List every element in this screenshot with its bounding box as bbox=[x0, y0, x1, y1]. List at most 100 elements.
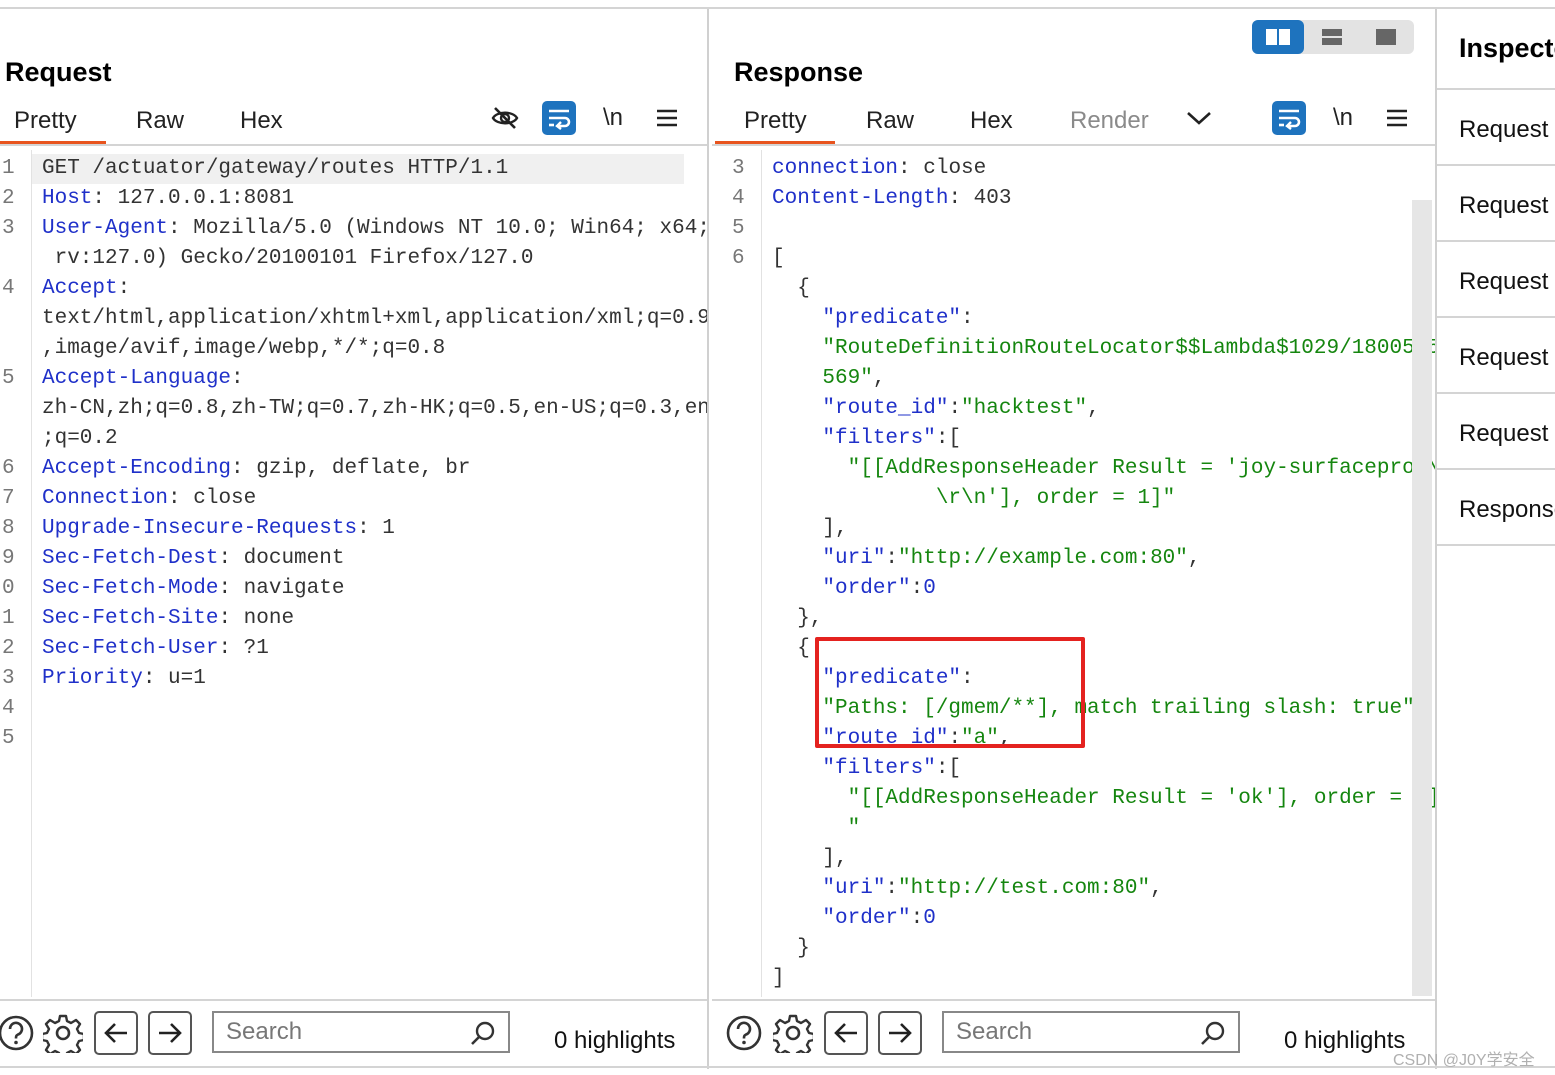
code-line[interactable]: 569", bbox=[772, 364, 885, 394]
line-number: 0 bbox=[2, 577, 15, 600]
wrap-lines-icon[interactable] bbox=[1272, 101, 1306, 135]
help-icon[interactable] bbox=[722, 1011, 766, 1055]
code-token: connection bbox=[772, 157, 899, 180]
forward-arrow-icon[interactable] bbox=[878, 1011, 922, 1055]
code-line[interactable]: Accept: bbox=[42, 274, 130, 304]
back-arrow-icon[interactable] bbox=[824, 1011, 868, 1055]
code-line[interactable]: Connection: close bbox=[42, 484, 256, 514]
back-arrow-icon[interactable] bbox=[94, 1011, 138, 1055]
code-line[interactable]: User-Agent: Mozilla/5.0 (Windows NT 10.0… bbox=[42, 214, 707, 244]
code-token: Content-Length bbox=[772, 187, 949, 210]
code-line[interactable]: "filters":[ bbox=[772, 424, 961, 454]
code-line[interactable]: Accept-Language: bbox=[42, 364, 244, 394]
tab-hex[interactable]: Hex bbox=[970, 107, 1013, 135]
tab-pretty[interactable]: Pretty bbox=[14, 107, 77, 135]
code-line[interactable]: Content-Length: 403 bbox=[772, 184, 1011, 214]
inspector-panel: Inspector Request attributes Request que… bbox=[1437, 9, 1555, 1066]
request-editor[interactable]: 1 GET /actuator/gateway/routes HTTP/1.1 2 H… bbox=[0, 150, 707, 997]
code-line[interactable]: ], bbox=[772, 844, 847, 874]
code-line[interactable]: "order":0 bbox=[772, 904, 935, 934]
code-line[interactable]: Sec-Fetch-Dest: document bbox=[42, 544, 344, 574]
code-line[interactable]: ;q=0.2 bbox=[42, 424, 118, 454]
search-box[interactable] bbox=[942, 1011, 1240, 1053]
code-line[interactable]: GET /actuator/gateway/routes HTTP/1.1 bbox=[42, 154, 508, 184]
tab-raw[interactable]: Raw bbox=[866, 107, 914, 135]
tab-hex[interactable]: Hex bbox=[240, 107, 283, 135]
tab-pretty[interactable]: Pretty bbox=[744, 107, 807, 135]
code-line[interactable]: "order":0 bbox=[772, 574, 936, 604]
code-line[interactable]: connection: close bbox=[772, 154, 986, 184]
tab-raw[interactable]: Raw bbox=[136, 107, 184, 135]
inspector-item-request-headers[interactable]: Request headers bbox=[1437, 392, 1555, 468]
menu-icon[interactable] bbox=[650, 101, 684, 135]
code-token: "uri" bbox=[772, 877, 886, 900]
inspector-item-request-attributes[interactable]: Request attributes bbox=[1437, 88, 1555, 164]
panel-divider[interactable] bbox=[707, 9, 709, 1069]
code-line[interactable]: "uri":"http://test.com:80", bbox=[772, 874, 1163, 904]
eye-off-icon[interactable] bbox=[488, 101, 522, 135]
code-token: "[[AddResponseHeader Result = 'ok'], ord… bbox=[772, 787, 1435, 810]
code-token: , bbox=[872, 367, 886, 390]
code-token: :[ bbox=[935, 427, 962, 450]
code-token: "http://test.com:80" bbox=[898, 877, 1151, 900]
code-line[interactable]: "filters":[ bbox=[772, 754, 961, 784]
vertical-scrollbar[interactable] bbox=[1412, 200, 1432, 996]
tab-render[interactable]: Render bbox=[1070, 107, 1149, 135]
inspector-item-request-query-parameters[interactable]: Request query parameters bbox=[1437, 164, 1555, 240]
code-line[interactable]: Accept-Encoding: gzip, deflate, br bbox=[42, 454, 470, 484]
code-line[interactable]: Sec-Fetch-Site: none bbox=[42, 604, 294, 634]
search-icon[interactable] bbox=[1200, 1020, 1226, 1046]
code-line[interactable]: { bbox=[772, 634, 810, 664]
code-line[interactable]: "[[AddResponseHeader Result = 'joy-surfa… bbox=[772, 454, 1435, 484]
code-line[interactable]: { bbox=[772, 274, 810, 304]
code-token: , bbox=[1150, 877, 1163, 900]
code-line[interactable]: "uri":"http://example.com:80", bbox=[772, 544, 1200, 574]
code-line[interactable]: [ bbox=[772, 244, 785, 274]
code-token: : bbox=[948, 397, 962, 420]
code-line[interactable]: Sec-Fetch-User: ?1 bbox=[42, 634, 269, 664]
code-line[interactable]: }, bbox=[772, 604, 822, 634]
code-token: GET /actuator/gateway/routes HTTP/1.1 bbox=[42, 157, 509, 180]
code-line[interactable]: "route_id":"hacktest", bbox=[772, 394, 1099, 424]
highlights-count: 0 highlights bbox=[1284, 1027, 1406, 1054]
help-icon[interactable] bbox=[0, 1011, 38, 1055]
inspector-item-response-headers[interactable]: Response headers bbox=[1437, 468, 1555, 544]
code-line[interactable]: ] bbox=[772, 964, 785, 994]
wrap-lines-icon[interactable] bbox=[542, 101, 576, 135]
code-line[interactable]: "RouteDefinitionRouteLocator$$Lambda$102… bbox=[772, 334, 1435, 364]
code-line[interactable]: "predicate": bbox=[772, 304, 973, 334]
code-token: "order" bbox=[772, 577, 911, 600]
response-editor[interactable]: 3 connection: close 4 Content-Length: 403 5 6… bbox=[712, 150, 1435, 997]
line-number: 1 bbox=[2, 157, 15, 180]
inspector-item-label: Request query parameters bbox=[1459, 192, 1555, 219]
code-line[interactable]: Host: 127.0.0.1:8081 bbox=[42, 184, 294, 214]
code-token: ;q=0.2 bbox=[42, 427, 118, 450]
chevron-down-icon[interactable] bbox=[1182, 101, 1216, 135]
line-number: 6 bbox=[732, 247, 745, 270]
search-input[interactable] bbox=[226, 1017, 466, 1047]
gear-icon[interactable] bbox=[771, 1011, 815, 1055]
code-line[interactable]: Upgrade-Insecure-Requests: 1 bbox=[42, 514, 395, 544]
code-line[interactable]: Sec-Fetch-Mode: navigate bbox=[42, 574, 344, 604]
code-line[interactable]: text/html,application/xhtml+xml,applicat… bbox=[42, 304, 707, 334]
search-icon[interactable] bbox=[470, 1020, 496, 1046]
code-line[interactable]: " bbox=[772, 814, 861, 844]
code-token: 0 bbox=[923, 577, 936, 600]
newline-toggle-icon[interactable]: \n bbox=[596, 101, 630, 135]
code-line[interactable]: ], bbox=[772, 514, 847, 544]
inspector-item-request-body-parameters[interactable]: Request body parameters bbox=[1437, 240, 1555, 316]
code-line[interactable]: zh-CN,zh;q=0.8,zh-TW;q=0.7,zh-HK;q=0.5,e… bbox=[42, 394, 707, 424]
inspector-item-request-cookies[interactable]: Request cookies bbox=[1437, 316, 1555, 392]
search-input[interactable] bbox=[956, 1017, 1196, 1047]
gear-icon[interactable] bbox=[41, 1011, 85, 1055]
code-line[interactable]: \r\n'], order = 1]" bbox=[772, 484, 1175, 514]
code-line[interactable]: ,image/avif,image/webp,*/*;q=0.8 bbox=[42, 334, 445, 364]
search-box[interactable] bbox=[212, 1011, 510, 1053]
code-line[interactable]: Priority: u=1 bbox=[42, 664, 206, 694]
menu-icon[interactable] bbox=[1380, 101, 1414, 135]
code-line[interactable]: } bbox=[772, 934, 810, 964]
forward-arrow-icon[interactable] bbox=[148, 1011, 192, 1055]
newline-toggle-icon[interactable]: \n bbox=[1326, 101, 1360, 135]
code-line[interactable]: "[[AddResponseHeader Result = 'ok'], ord… bbox=[772, 784, 1435, 814]
code-line[interactable]: rv:127.0) Gecko/20100101 Firefox/127.0 bbox=[42, 244, 534, 274]
